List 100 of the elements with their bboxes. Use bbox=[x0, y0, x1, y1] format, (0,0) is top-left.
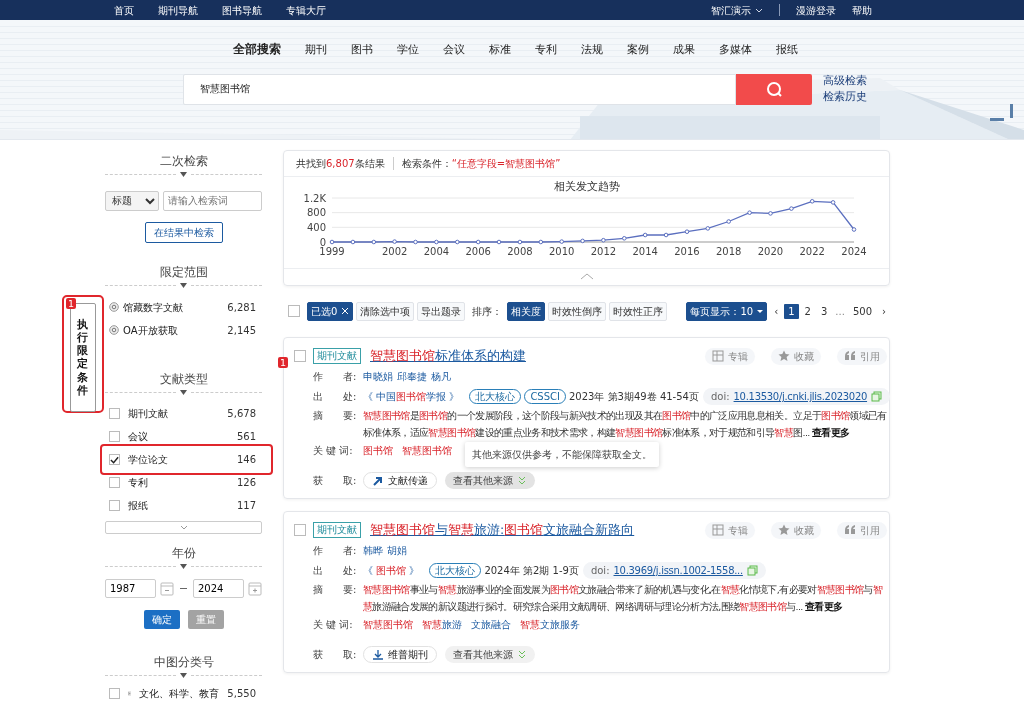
confirm-button[interactable]: 确定 bbox=[143, 609, 180, 629]
author-link[interactable]: 申晓娟 bbox=[363, 370, 393, 384]
field-select[interactable]: 标题 bbox=[105, 190, 159, 211]
keyword-link[interactable]: 智慧文旅服务 bbox=[520, 618, 580, 632]
keyword-link[interactable]: 图书馆 bbox=[363, 444, 393, 458]
search-tab[interactable]: 专利 bbox=[535, 42, 557, 57]
author-link[interactable]: 杨凡 bbox=[431, 370, 451, 384]
nav-link[interactable]: 帮助 bbox=[852, 3, 872, 17]
search-link[interactable]: 高级检索 bbox=[823, 72, 867, 89]
cite-button[interactable]: 引用 bbox=[837, 521, 887, 539]
filter-count: 146 bbox=[236, 452, 256, 466]
sort-button[interactable]: 时效性正序 bbox=[609, 301, 668, 321]
other-sources-button[interactable]: 查看其他来源 bbox=[445, 646, 535, 664]
page-button[interactable]: 2 bbox=[800, 303, 815, 319]
ellipsis-text: ... bbox=[834, 304, 846, 318]
search-tab[interactable]: 标准 bbox=[489, 42, 511, 57]
search-tab[interactable]: 图书 bbox=[351, 42, 373, 57]
album-button[interactable]: 专辑 bbox=[705, 521, 755, 539]
nav-link[interactable]: 漫游登录 bbox=[796, 3, 836, 17]
search-field[interactable]: 智慧图书馆 bbox=[183, 73, 736, 105]
checkbox[interactable] bbox=[294, 524, 306, 537]
sort-button[interactable]: 时效性倒序 bbox=[548, 301, 607, 321]
search-tab[interactable]: 成果 bbox=[673, 42, 695, 57]
download-icon bbox=[372, 648, 384, 661]
doi-link[interactable]: 10.3969/j.issn.1002-1558... bbox=[613, 564, 743, 578]
data-point bbox=[663, 232, 669, 237]
search-tab[interactable]: 学位 bbox=[397, 42, 419, 57]
search-tab[interactable]: 多媒体 bbox=[719, 42, 752, 57]
chart-title: 相关发文趋势 bbox=[552, 180, 621, 194]
other-sources-button[interactable]: 查看其他来源 bbox=[445, 472, 535, 490]
nav-link[interactable]: 期刊导航 bbox=[158, 3, 198, 17]
see-more-link[interactable]: 查看更多 bbox=[812, 426, 850, 438]
count-badge: 1 bbox=[278, 356, 289, 368]
checkbox[interactable] bbox=[109, 687, 120, 699]
nav-link[interactable]: 首页 bbox=[114, 3, 134, 17]
search-in-results-button[interactable]: 在结果中检索 bbox=[144, 221, 223, 243]
checkbox[interactable] bbox=[109, 407, 120, 419]
author-link[interactable]: 邱奉捷 bbox=[397, 370, 427, 384]
search-tab[interactable]: 报纸 bbox=[776, 42, 798, 57]
next-page-button[interactable]: › bbox=[878, 303, 890, 319]
checkbox[interactable] bbox=[294, 350, 306, 363]
search-tab[interactable]: 全部搜索 bbox=[233, 42, 281, 58]
keyword-link[interactable]: 文旅融合 bbox=[471, 618, 511, 632]
see-more-link[interactable]: 查看更多 bbox=[805, 600, 843, 612]
keyword-link[interactable]: 智慧旅游 bbox=[422, 618, 462, 632]
selected-button[interactable]: 已选0 bbox=[307, 301, 354, 321]
search-tab[interactable]: 案例 bbox=[627, 42, 649, 57]
star-icon bbox=[778, 350, 790, 363]
article-title[interactable]: 智慧图书馆标准体系的构建 bbox=[370, 348, 526, 365]
access-button[interactable]: 文献传递 bbox=[363, 472, 437, 490]
author-link[interactable]: 胡娟 bbox=[387, 544, 407, 558]
data-point bbox=[580, 238, 585, 243]
prev-page-button[interactable]: ‹ bbox=[770, 303, 783, 319]
page-button[interactable]: 1 bbox=[784, 303, 799, 319]
search-link[interactable]: 检索历史 bbox=[823, 88, 867, 105]
journal-link[interactable]: 《 中国图书馆学报 》 bbox=[363, 390, 460, 404]
checkbox[interactable] bbox=[109, 476, 120, 488]
cite-button[interactable]: 引用 bbox=[837, 347, 887, 365]
axis-label: 800 bbox=[306, 206, 326, 218]
toolbar-button[interactable]: 导出题录 bbox=[417, 301, 466, 321]
search-tab[interactable]: 期刊 bbox=[305, 42, 327, 57]
search-tab[interactable]: 会议 bbox=[443, 42, 465, 57]
access-button[interactable]: 维普期刊 bbox=[363, 646, 437, 664]
album-button[interactable]: 专辑 bbox=[705, 347, 755, 365]
search-button[interactable] bbox=[736, 73, 812, 105]
sort-button[interactable]: 相关度 bbox=[507, 301, 546, 321]
checkbox[interactable] bbox=[109, 499, 120, 511]
toolbar-button[interactable]: 清除选中项 bbox=[356, 301, 415, 321]
account-dropdown[interactable]: 智汇演示 bbox=[711, 3, 763, 17]
page-button[interactable]: 3 bbox=[817, 303, 832, 319]
journal-link[interactable]: 《 图书馆 》 bbox=[363, 564, 420, 578]
year-from-field[interactable]: 1987 bbox=[105, 578, 156, 598]
keyword-link[interactable]: 智慧图书馆 bbox=[363, 618, 413, 632]
filter-label: 文化、科学、教育 bbox=[139, 686, 220, 700]
data-point bbox=[434, 239, 439, 244]
nav-link[interactable]: 专辑大厅 bbox=[286, 3, 326, 17]
axis-label: 2008 bbox=[507, 245, 533, 257]
author-link[interactable]: 韩晔 bbox=[363, 544, 383, 558]
nav-link[interactable]: 图书导航 bbox=[222, 3, 262, 17]
year-to-field[interactable]: 2024 bbox=[193, 578, 244, 598]
caret-icon bbox=[180, 171, 187, 177]
filter-link[interactable]: 馆藏数字文献 bbox=[123, 300, 183, 314]
doi-link[interactable]: 10.13530/j.cnki.jlis.2023020 bbox=[733, 390, 868, 404]
data-point bbox=[392, 238, 397, 244]
result-count: 共找到6,807条结果 bbox=[296, 157, 385, 170]
grid-icon bbox=[712, 524, 724, 537]
page-button[interactable]: 500 bbox=[848, 303, 876, 319]
article-title[interactable]: 智慧图书馆与智慧旅游:图书馆文旅融合新路向 bbox=[370, 522, 635, 539]
expand-bar[interactable] bbox=[105, 520, 262, 534]
checkbox[interactable] bbox=[109, 430, 120, 442]
checkbox[interactable] bbox=[109, 453, 120, 465]
favorite-button[interactable]: 收藏 bbox=[771, 347, 821, 365]
favorite-button[interactable]: 收藏 bbox=[771, 521, 821, 539]
keyword-link[interactable]: 智慧图书馆 bbox=[402, 444, 452, 458]
keyword-field[interactable]: 请输入检索词 bbox=[163, 190, 262, 211]
search-tab[interactable]: 法规 bbox=[581, 42, 603, 57]
checkbox[interactable] bbox=[288, 305, 300, 318]
filter-link[interactable]: OA开放获取 bbox=[123, 323, 178, 337]
page-size-dropdown[interactable]: 每页显示：10 bbox=[686, 301, 768, 321]
section-title: 中图分类号 bbox=[153, 654, 214, 670]
